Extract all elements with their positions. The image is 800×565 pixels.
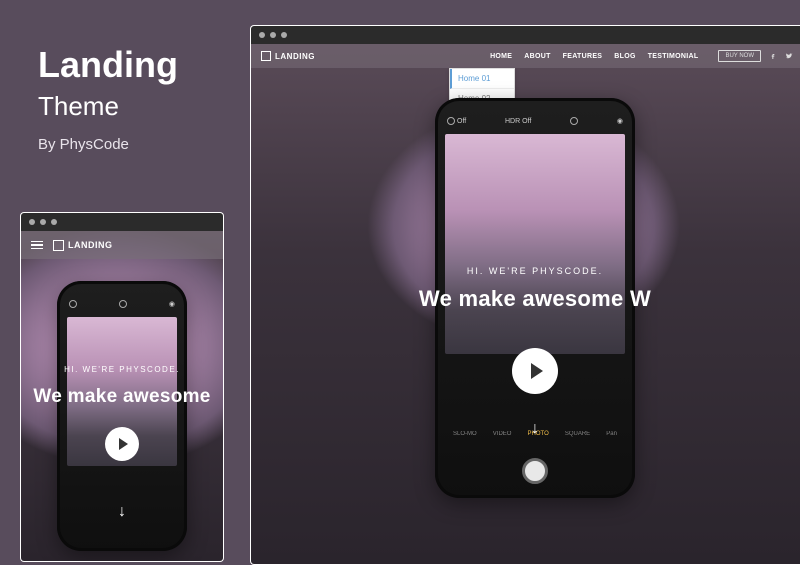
brand-wordmark: LANDING: [68, 240, 113, 250]
nav-item-blog[interactable]: BLOG: [614, 53, 635, 60]
hamburger-icon[interactable]: [31, 241, 43, 250]
play-button[interactable]: [105, 427, 139, 461]
phone-viewfinder: [445, 134, 625, 354]
mode-square: SQUARE: [565, 431, 590, 437]
site-navbar: LANDING HOME ABOUT FEATURES BLOG TESTIMO…: [251, 44, 800, 68]
brand-wordmark: LANDING: [275, 52, 315, 61]
traffic-light-close[interactable]: [29, 219, 35, 225]
flash-off-icon: Off: [447, 117, 466, 125]
traffic-light-minimize[interactable]: [270, 32, 276, 38]
brand-mark-icon: [261, 51, 271, 61]
desktop-preview-card: LANDING HOME ABOUT FEATURES BLOG TESTIMO…: [250, 25, 800, 565]
mode-video: VIDEO: [493, 431, 512, 437]
window-titlebar: [21, 213, 223, 231]
timer-icon: [570, 117, 578, 125]
phone-status-row: ◉: [69, 297, 175, 311]
dropdown-item-home-01[interactable]: Home 01: [450, 69, 514, 89]
theme-subtitle: Theme: [38, 91, 178, 122]
mode-slomo: SLO-MO: [453, 431, 477, 437]
nav-item-testimonial[interactable]: TESTIMONIAL: [648, 53, 699, 60]
nav-menu: HOME ABOUT FEATURES BLOG TESTIMONIAL: [490, 53, 698, 60]
twitter-icon[interactable]: [785, 52, 793, 60]
mobile-preview-card: LANDING ◉ HI. WE'RE PHYSCODE. We make aw…: [20, 212, 224, 562]
scroll-down-arrow[interactable]: ↓: [531, 420, 539, 438]
hdr-label: HDR Off: [505, 118, 531, 125]
timer-icon: [119, 300, 127, 308]
nav-item-home[interactable]: HOME: [490, 53, 512, 60]
brand-logo[interactable]: LANDING: [261, 51, 315, 61]
traffic-light-zoom[interactable]: [281, 32, 287, 38]
flash-off-icon: [69, 300, 77, 308]
phone-mockup: Off HDR Off ◉ SLO-MO VIDEO PHOTO SQUARE …: [435, 98, 635, 498]
traffic-light-zoom[interactable]: [51, 219, 57, 225]
play-button[interactable]: [512, 348, 558, 394]
traffic-light-minimize[interactable]: [40, 219, 46, 225]
play-icon: [531, 363, 543, 379]
mode-pano: Pan: [606, 431, 617, 437]
camera-swap-icon: ◉: [169, 300, 175, 308]
nav-item-features[interactable]: FEATURES: [563, 53, 603, 60]
nav-actions: BUY NOW: [718, 50, 800, 62]
theme-info: Landing Theme By PhysCode: [38, 45, 178, 153]
buy-now-button[interactable]: BUY NOW: [718, 50, 761, 62]
traffic-light-close[interactable]: [259, 32, 265, 38]
play-icon: [119, 438, 128, 450]
brand-mark-icon: [53, 240, 64, 251]
brand-logo[interactable]: LANDING: [53, 240, 113, 251]
shutter-button-icon: [522, 458, 548, 484]
scroll-down-arrow[interactable]: ↓: [118, 503, 126, 521]
phone-status-row: Off HDR Off ◉: [447, 114, 623, 128]
nav-item-about[interactable]: ABOUT: [524, 53, 550, 60]
camera-swap-icon: ◉: [617, 117, 623, 125]
theme-title: Landing: [38, 45, 178, 85]
mobile-navbar: LANDING: [21, 231, 223, 259]
theme-author: By PhysCode: [38, 136, 178, 153]
facebook-icon[interactable]: [769, 52, 777, 60]
window-titlebar: [251, 26, 800, 44]
